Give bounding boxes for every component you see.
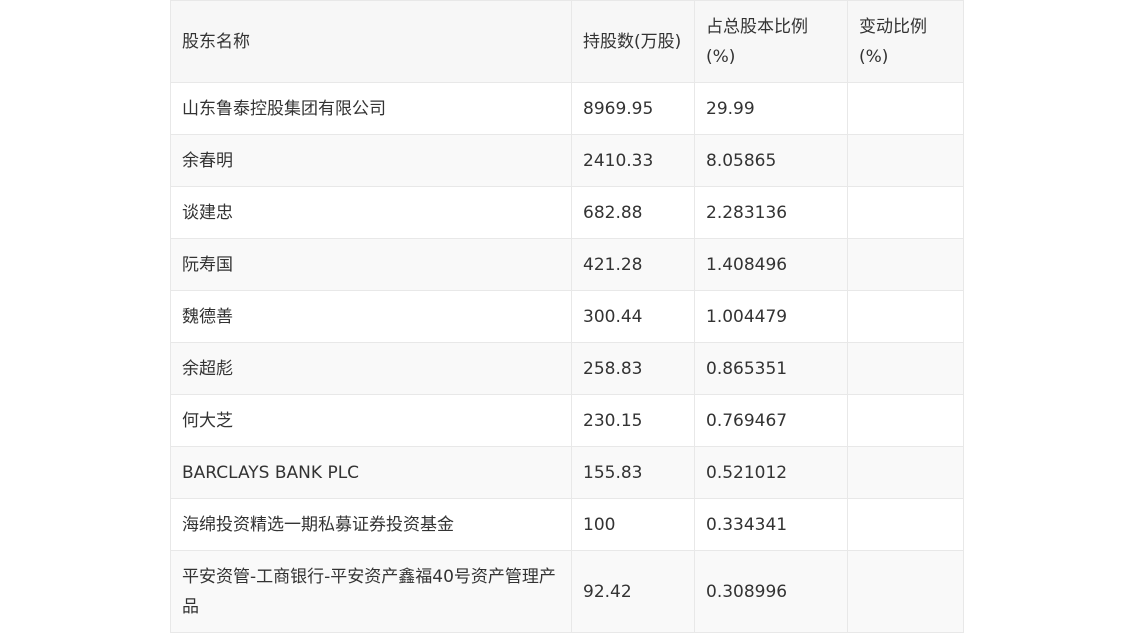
cell-shares: 2410.33: [571, 134, 695, 187]
cell-name: 余春明: [170, 134, 572, 187]
shareholder-table: 股东名称 持股数(万股) 占总股本比例(%) 变动比例(%) 山东鲁泰控股集团有…: [170, 0, 964, 633]
cell-shares: 100: [571, 498, 695, 551]
cell-change: [847, 134, 964, 187]
cell-change: [847, 290, 964, 343]
cell-shares: 230.15: [571, 394, 695, 447]
cell-change: [847, 498, 964, 551]
table-row: 海绵投资精选一期私募证券投资基金 100 0.334341: [170, 498, 964, 551]
cell-ratio: 1.408496: [694, 238, 848, 291]
table-row: 魏德善 300.44 1.004479: [170, 290, 964, 343]
table-row: 何大芝 230.15 0.769467: [170, 394, 964, 447]
table-header-row: 股东名称 持股数(万股) 占总股本比例(%) 变动比例(%): [170, 0, 964, 83]
table-row: BARCLAYS BANK PLC 155.83 0.521012: [170, 446, 964, 499]
cell-ratio: 29.99: [694, 82, 848, 135]
cell-ratio: 0.521012: [694, 446, 848, 499]
cell-ratio: 0.769467: [694, 394, 848, 447]
cell-name: 阮寿国: [170, 238, 572, 291]
cell-name: BARCLAYS BANK PLC: [170, 446, 572, 499]
cell-ratio: 1.004479: [694, 290, 848, 343]
cell-shares: 155.83: [571, 446, 695, 499]
cell-change: [847, 82, 964, 135]
cell-change: [847, 446, 964, 499]
cell-name: 山东鲁泰控股集团有限公司: [170, 82, 572, 135]
cell-change: [847, 342, 964, 395]
cell-ratio: 0.308996: [694, 550, 848, 633]
table-row: 平安资管-工商银行-平安资产鑫福40号资产管理产品 92.42 0.308996: [170, 550, 964, 633]
cell-shares: 92.42: [571, 550, 695, 633]
table-row: 山东鲁泰控股集团有限公司 8969.95 29.99: [170, 82, 964, 135]
header-shares-held: 持股数(万股): [571, 0, 695, 83]
cell-shares: 421.28: [571, 238, 695, 291]
table-row: 余超彪 258.83 0.865351: [170, 342, 964, 395]
cell-shares: 8969.95: [571, 82, 695, 135]
cell-change: [847, 550, 964, 633]
table-row: 谈建忠 682.88 2.283136: [170, 186, 964, 239]
table-row: 余春明 2410.33 8.05865: [170, 134, 964, 187]
cell-change: [847, 238, 964, 291]
cell-name: 平安资管-工商银行-平安资产鑫福40号资产管理产品: [170, 550, 572, 633]
cell-name: 谈建忠: [170, 186, 572, 239]
cell-name: 余超彪: [170, 342, 572, 395]
table-row: 阮寿国 421.28 1.408496: [170, 238, 964, 291]
cell-shares: 300.44: [571, 290, 695, 343]
cell-shares: 682.88: [571, 186, 695, 239]
cell-name: 海绵投资精选一期私募证券投资基金: [170, 498, 572, 551]
cell-change: [847, 394, 964, 447]
cell-ratio: 0.334341: [694, 498, 848, 551]
cell-shares: 258.83: [571, 342, 695, 395]
header-change-ratio: 变动比例(%): [847, 0, 964, 83]
header-shareholder-name: 股东名称: [170, 0, 572, 83]
cell-name: 何大芝: [170, 394, 572, 447]
cell-ratio: 2.283136: [694, 186, 848, 239]
cell-name: 魏德善: [170, 290, 572, 343]
cell-ratio: 0.865351: [694, 342, 848, 395]
cell-ratio: 8.05865: [694, 134, 848, 187]
cell-change: [847, 186, 964, 239]
header-share-ratio: 占总股本比例(%): [694, 0, 848, 83]
